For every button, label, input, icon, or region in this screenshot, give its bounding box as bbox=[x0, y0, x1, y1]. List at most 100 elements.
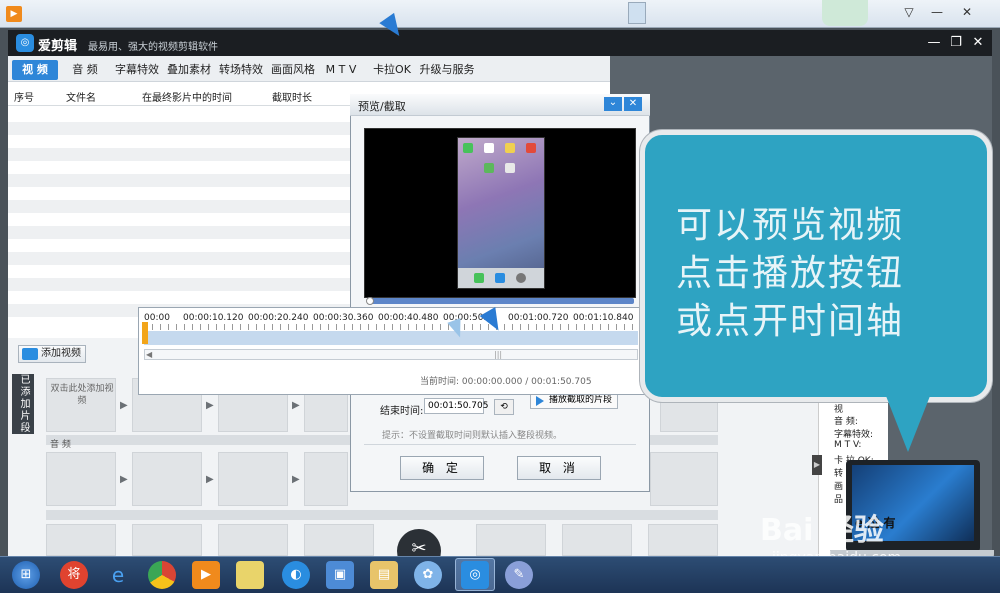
info-label: M T V: bbox=[834, 440, 862, 450]
arrow-right-icon: ▶ bbox=[292, 474, 300, 485]
explorer-icon[interactable]: ▤ bbox=[370, 561, 398, 589]
arrow-right-icon: ▶ bbox=[206, 400, 214, 411]
tab-transitions[interactable]: 转场特效 bbox=[216, 60, 266, 80]
360-icon[interactable]: 将 bbox=[60, 561, 88, 589]
host-minimize-icon[interactable]: — bbox=[926, 4, 948, 20]
start-icon[interactable]: ⊞ bbox=[12, 561, 40, 589]
timeline-track[interactable] bbox=[144, 331, 638, 345]
dialog-minimize-icon[interactable]: ⌄ bbox=[604, 97, 622, 111]
app-maximize-icon[interactable]: ❐ bbox=[946, 34, 966, 52]
hint-text: 提示：不设置截取时间则默认插入整段视频。 bbox=[382, 431, 563, 441]
audio-track-label: 音 频 bbox=[50, 440, 71, 450]
host-app-icon: ▶ bbox=[6, 6, 22, 22]
tick-label: 00:00:10.120 bbox=[183, 313, 244, 323]
arrow-right-icon: ▶ bbox=[206, 474, 214, 485]
preview-progress-bar[interactable] bbox=[368, 298, 634, 304]
clip-slot[interactable] bbox=[562, 524, 632, 556]
tab-styles[interactable]: 画面风格 bbox=[268, 60, 318, 80]
clip-slot[interactable] bbox=[132, 524, 202, 556]
timeline-ruler bbox=[144, 324, 638, 330]
col-duration: 截取时长 bbox=[272, 93, 312, 104]
aijianji-taskbar-icon[interactable]: ◎ bbox=[461, 561, 489, 589]
collapse-panel-icon[interactable]: ▶ bbox=[812, 455, 822, 475]
tick-label: 00:00:40.480 bbox=[378, 313, 439, 323]
timeline-scrollbar[interactable] bbox=[144, 349, 638, 360]
app-name: 爱剪辑 bbox=[38, 39, 78, 54]
arrow-right-icon: ▶ bbox=[120, 400, 128, 411]
tab-video[interactable]: 视 频 bbox=[12, 60, 58, 80]
app-minimize-icon[interactable]: — bbox=[924, 34, 944, 52]
cloud-icon[interactable]: ✿ bbox=[414, 561, 442, 589]
tip-line: 可以预览视频 bbox=[676, 205, 905, 246]
clip-slot[interactable] bbox=[304, 524, 374, 556]
ie-icon[interactable]: e bbox=[104, 561, 132, 589]
info-label: 字幕特效: bbox=[834, 430, 874, 440]
tip-line: 或点开时间轴 bbox=[676, 301, 905, 342]
dialog-close-icon[interactable]: ✕ bbox=[624, 97, 642, 111]
watermark-brand: Bai 经验 bbox=[760, 513, 884, 548]
end-time-input[interactable]: 00:01:50.705 bbox=[424, 398, 488, 414]
tab-upgrade[interactable]: 升级与服务 bbox=[418, 60, 476, 80]
tip-bubble-tail bbox=[886, 396, 930, 452]
scroll-grip[interactable]: ||| bbox=[494, 350, 502, 359]
tab-subtitle-effects[interactable]: 字幕特效 bbox=[112, 60, 162, 80]
current-time: 当前时间: 00:00:00.000 / 00:01:50.705 bbox=[420, 377, 592, 387]
tick-label: 00:01:00.720 bbox=[508, 313, 569, 323]
progress-knob[interactable] bbox=[366, 297, 374, 305]
track-separator bbox=[46, 510, 718, 520]
mail-icon bbox=[495, 273, 505, 283]
arrow-right-icon: ▶ bbox=[292, 400, 300, 411]
pick-time-icon[interactable]: ⟲ bbox=[494, 399, 514, 415]
tab-audio[interactable]: 音 频 bbox=[64, 60, 106, 80]
app-slogan: 最易用、强大的视频剪辑软件 bbox=[88, 42, 218, 53]
media-player-icon[interactable]: ▶ bbox=[192, 561, 220, 589]
browser-icon[interactable]: ◐ bbox=[282, 561, 310, 589]
notes-icon[interactable] bbox=[236, 561, 264, 589]
tab-overlay[interactable]: 叠加素材 bbox=[164, 60, 214, 80]
app-icon bbox=[484, 163, 494, 173]
col-index: 序号 bbox=[14, 93, 34, 104]
tab-mtv[interactable]: M T V bbox=[318, 60, 364, 80]
arrow-right-icon: ▶ bbox=[120, 474, 128, 485]
app-icon bbox=[463, 143, 473, 153]
tick-label: 00:01:10.840 bbox=[573, 313, 634, 323]
audio-slot[interactable] bbox=[650, 452, 718, 506]
playhead-marker[interactable] bbox=[142, 322, 148, 344]
tip-line: 点击播放按钮 bbox=[676, 253, 905, 294]
col-time-in-movie: 在最终影片中的时间 bbox=[142, 93, 232, 104]
divider bbox=[364, 444, 636, 445]
app-logo-icon: ◎ bbox=[16, 34, 34, 52]
ok-button[interactable]: 确 定 bbox=[400, 456, 484, 480]
clip-slot-hint: 双击此处添加视频 bbox=[50, 384, 114, 406]
audio-slot[interactable] bbox=[46, 452, 116, 506]
app-close-icon[interactable]: ✕ bbox=[968, 34, 988, 52]
clip-slot[interactable] bbox=[648, 524, 718, 556]
camera-icon bbox=[516, 273, 526, 283]
app-icon bbox=[505, 163, 515, 173]
app-icon bbox=[484, 143, 494, 153]
host-close-icon[interactable]: ✕ bbox=[956, 4, 978, 20]
cancel-button[interactable]: 取 消 bbox=[517, 456, 601, 480]
app-icon[interactable]: ▣ bbox=[326, 561, 354, 589]
host-dropdown-icon[interactable]: ▽ bbox=[898, 4, 920, 20]
tick-label: 00:00:20.240 bbox=[248, 313, 309, 323]
col-filename: 文件名 bbox=[66, 93, 96, 104]
paint-icon[interactable]: ✎ bbox=[505, 561, 533, 589]
chrome-icon[interactable] bbox=[148, 561, 176, 589]
app-icon bbox=[505, 143, 515, 153]
audio-slot[interactable] bbox=[304, 452, 348, 506]
audio-slot[interactable] bbox=[132, 452, 202, 506]
video-frame-phone bbox=[457, 137, 545, 289]
clip-slot[interactable] bbox=[218, 524, 288, 556]
audio-slot[interactable] bbox=[218, 452, 288, 506]
tab-karaoke[interactable]: 卡拉OK bbox=[368, 60, 416, 80]
tick-label: 00:00:30.360 bbox=[313, 313, 374, 323]
info-label: 音 频: bbox=[834, 417, 858, 427]
added-clips-tab[interactable]: 已添加片段 bbox=[12, 374, 34, 434]
clip-slot[interactable] bbox=[476, 524, 546, 556]
info-label: 画 bbox=[834, 482, 844, 492]
scroll-left-icon[interactable]: ◀ bbox=[146, 350, 152, 359]
background-window-glimpse-2 bbox=[822, 0, 868, 26]
info-label: 转 bbox=[834, 469, 844, 479]
clip-slot[interactable] bbox=[46, 524, 116, 556]
